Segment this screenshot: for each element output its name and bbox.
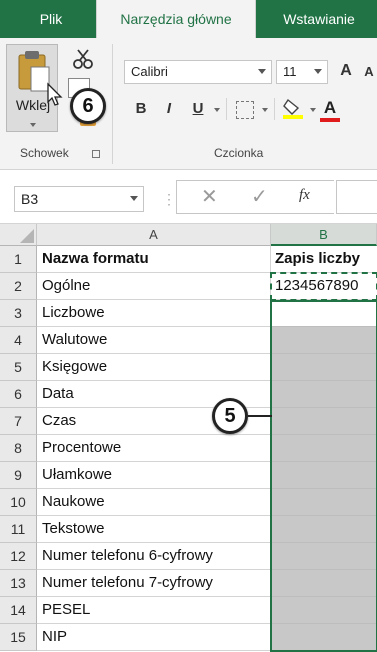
formula-bar: B3 ⋮ ✕ ✓ fx	[0, 170, 377, 224]
cell-a[interactable]: NIP	[37, 624, 271, 651]
group-separator	[112, 44, 113, 164]
cell-a[interactable]: Naukowe	[37, 489, 271, 516]
tab-file[interactable]: Plik	[26, 0, 76, 38]
chevron-down-icon	[258, 69, 266, 74]
cell-a[interactable]: Tekstowe	[37, 516, 271, 543]
worksheet-grid: A B 1 Nazwa formatu Zapis liczby 2 Ogólne 123…	[0, 224, 377, 652]
font-size-value: 11	[283, 64, 297, 79]
cell-a[interactable]: Księgowe	[37, 354, 271, 381]
bold-button[interactable]: B	[132, 100, 150, 117]
table-row: 1 Nazwa formatu Zapis liczby	[0, 246, 377, 273]
clipboard-group-label: Schowek	[20, 146, 69, 160]
tab-insert[interactable]: Wstawianie	[264, 0, 374, 38]
cell-a[interactable]: PESEL	[37, 597, 271, 624]
formula-input[interactable]	[336, 180, 377, 214]
formula-bar-buttons: ✕ ✓ fx	[176, 180, 334, 214]
cell-a[interactable]: Walutowe	[37, 327, 271, 354]
insert-function-button[interactable]: fx	[299, 187, 323, 204]
italic-button[interactable]: I	[162, 100, 176, 117]
cell-a[interactable]: Nazwa formatu	[37, 246, 271, 273]
formula-bar-grip: ⋮	[162, 191, 176, 207]
font-size-select[interactable]: 11	[276, 60, 328, 84]
row-header[interactable]: 5	[0, 354, 37, 381]
cell-a[interactable]: Numer telefonu 7-cyfrowy	[37, 570, 271, 597]
selection-range-border	[270, 300, 377, 652]
font-group-label: Czcionka	[214, 146, 264, 160]
chevron-down-icon[interactable]	[214, 108, 220, 112]
tab-home[interactable]: Narzędzia główne	[96, 0, 256, 40]
corner-triangle-icon	[20, 229, 34, 243]
callout-step-6: 6	[70, 88, 106, 124]
select-all-corner[interactable]	[0, 224, 37, 246]
shrink-font-button[interactable]: A	[362, 64, 376, 79]
font-color-swatch	[320, 118, 340, 122]
cell-a[interactable]: Ułamkowe	[37, 462, 271, 489]
copy-marquee	[270, 272, 377, 301]
name-box[interactable]: B3	[14, 186, 144, 212]
row-header[interactable]: 14	[0, 597, 37, 624]
row-header[interactable]: 3	[0, 300, 37, 327]
row-header[interactable]: 15	[0, 624, 37, 651]
chevron-down-icon	[314, 69, 322, 74]
mouse-pointer-icon	[47, 82, 63, 106]
cell-b[interactable]: Zapis liczby	[271, 246, 377, 273]
name-box-value: B3	[21, 191, 39, 207]
chevron-down-icon	[30, 123, 36, 127]
font-name-select[interactable]: Calibri	[124, 60, 272, 84]
grow-font-button[interactable]: A	[338, 62, 354, 80]
cancel-icon[interactable]: ✕	[201, 186, 219, 208]
font-color-button[interactable]: A	[322, 98, 338, 118]
row-header[interactable]: 2	[0, 273, 37, 300]
row-header[interactable]: 13	[0, 570, 37, 597]
ribbon: Wklej 6 Schowek Calibri 11 A A B I U A C…	[0, 38, 377, 170]
column-header-b[interactable]: B	[271, 224, 377, 246]
row-header[interactable]: 4	[0, 327, 37, 354]
check-icon[interactable]: ✓	[251, 186, 269, 208]
chevron-down-icon[interactable]	[262, 108, 268, 112]
cell-a[interactable]: Ogólne	[37, 273, 271, 300]
row-header[interactable]: 10	[0, 489, 37, 516]
ribbon-tab-bar: Plik Narzędzia główne Wstawianie	[0, 0, 377, 40]
dialog-launcher-icon[interactable]	[92, 150, 100, 158]
row-header[interactable]: 6	[0, 381, 37, 408]
callout-leader-line	[248, 415, 272, 417]
chevron-down-icon	[130, 196, 138, 201]
underline-button[interactable]: U	[190, 100, 206, 117]
cell-a[interactable]: Liczbowe	[37, 300, 271, 327]
divider	[274, 98, 275, 120]
column-header-a[interactable]: A	[37, 224, 271, 246]
row-header[interactable]: 1	[0, 246, 37, 273]
divider	[226, 98, 227, 120]
callout-step-5: 5	[212, 398, 248, 434]
borders-icon[interactable]	[236, 101, 254, 119]
chevron-down-icon[interactable]	[310, 108, 316, 112]
row-header[interactable]: 12	[0, 543, 37, 570]
font-name-value: Calibri	[131, 64, 168, 79]
scissors-icon[interactable]	[72, 48, 94, 70]
cell-a[interactable]: Numer telefonu 6-cyfrowy	[37, 543, 271, 570]
row-header[interactable]: 8	[0, 435, 37, 462]
cell-a[interactable]: Procentowe	[37, 435, 271, 462]
row-header[interactable]: 9	[0, 462, 37, 489]
row-header[interactable]: 7	[0, 408, 37, 435]
row-header[interactable]: 11	[0, 516, 37, 543]
fill-color-icon[interactable]	[282, 96, 304, 120]
